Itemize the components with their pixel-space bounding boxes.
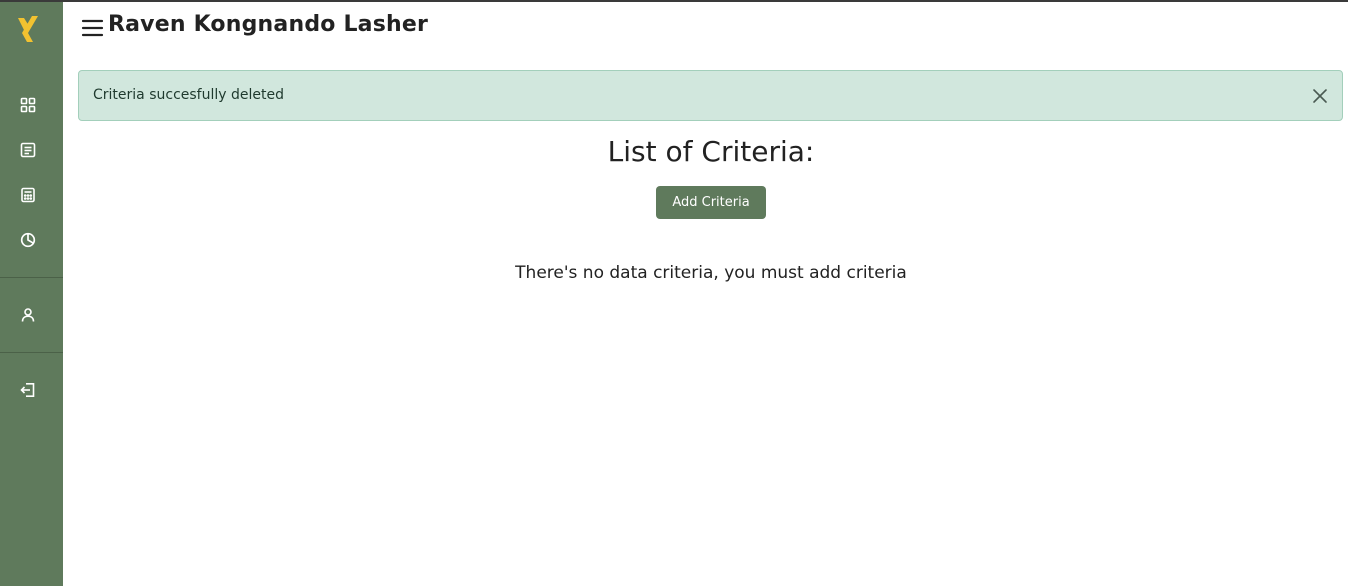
sidebar-item-reports[interactable] [17, 229, 39, 251]
sidebar-item-dashboard[interactable] [17, 94, 39, 116]
calculator-icon [21, 187, 35, 203]
sidebar [0, 0, 63, 586]
success-alert: Criteria succesfully deleted [78, 70, 1343, 121]
hamburger-menu-icon[interactable] [81, 18, 105, 38]
page-title: Raven Kongnando Lasher [108, 12, 429, 37]
document-list-icon [20, 142, 36, 158]
sidebar-item-documents[interactable] [17, 139, 39, 161]
user-icon [21, 308, 35, 322]
top-border [0, 0, 1348, 2]
sidebar-item-logout[interactable] [17, 379, 39, 401]
sidebar-item-calculator[interactable] [17, 184, 39, 206]
dashboard-grid-icon [20, 97, 36, 113]
sidebar-divider [0, 352, 63, 353]
main-content: Raven Kongnando Lasher Criteria succesfu… [63, 0, 1348, 586]
close-icon[interactable] [1312, 88, 1328, 104]
add-criteria-button[interactable]: Add Criteria [656, 186, 766, 219]
sidebar-item-profile[interactable] [17, 304, 39, 326]
app-logo-icon[interactable] [14, 14, 42, 44]
alert-message: Criteria succesfully deleted [93, 87, 284, 103]
list-title: List of Criteria: [607, 135, 815, 168]
pie-chart-icon [20, 232, 36, 248]
empty-state-message: There's no data criteria, you must add c… [515, 263, 907, 283]
logout-icon [20, 383, 35, 397]
sidebar-divider [0, 277, 63, 278]
